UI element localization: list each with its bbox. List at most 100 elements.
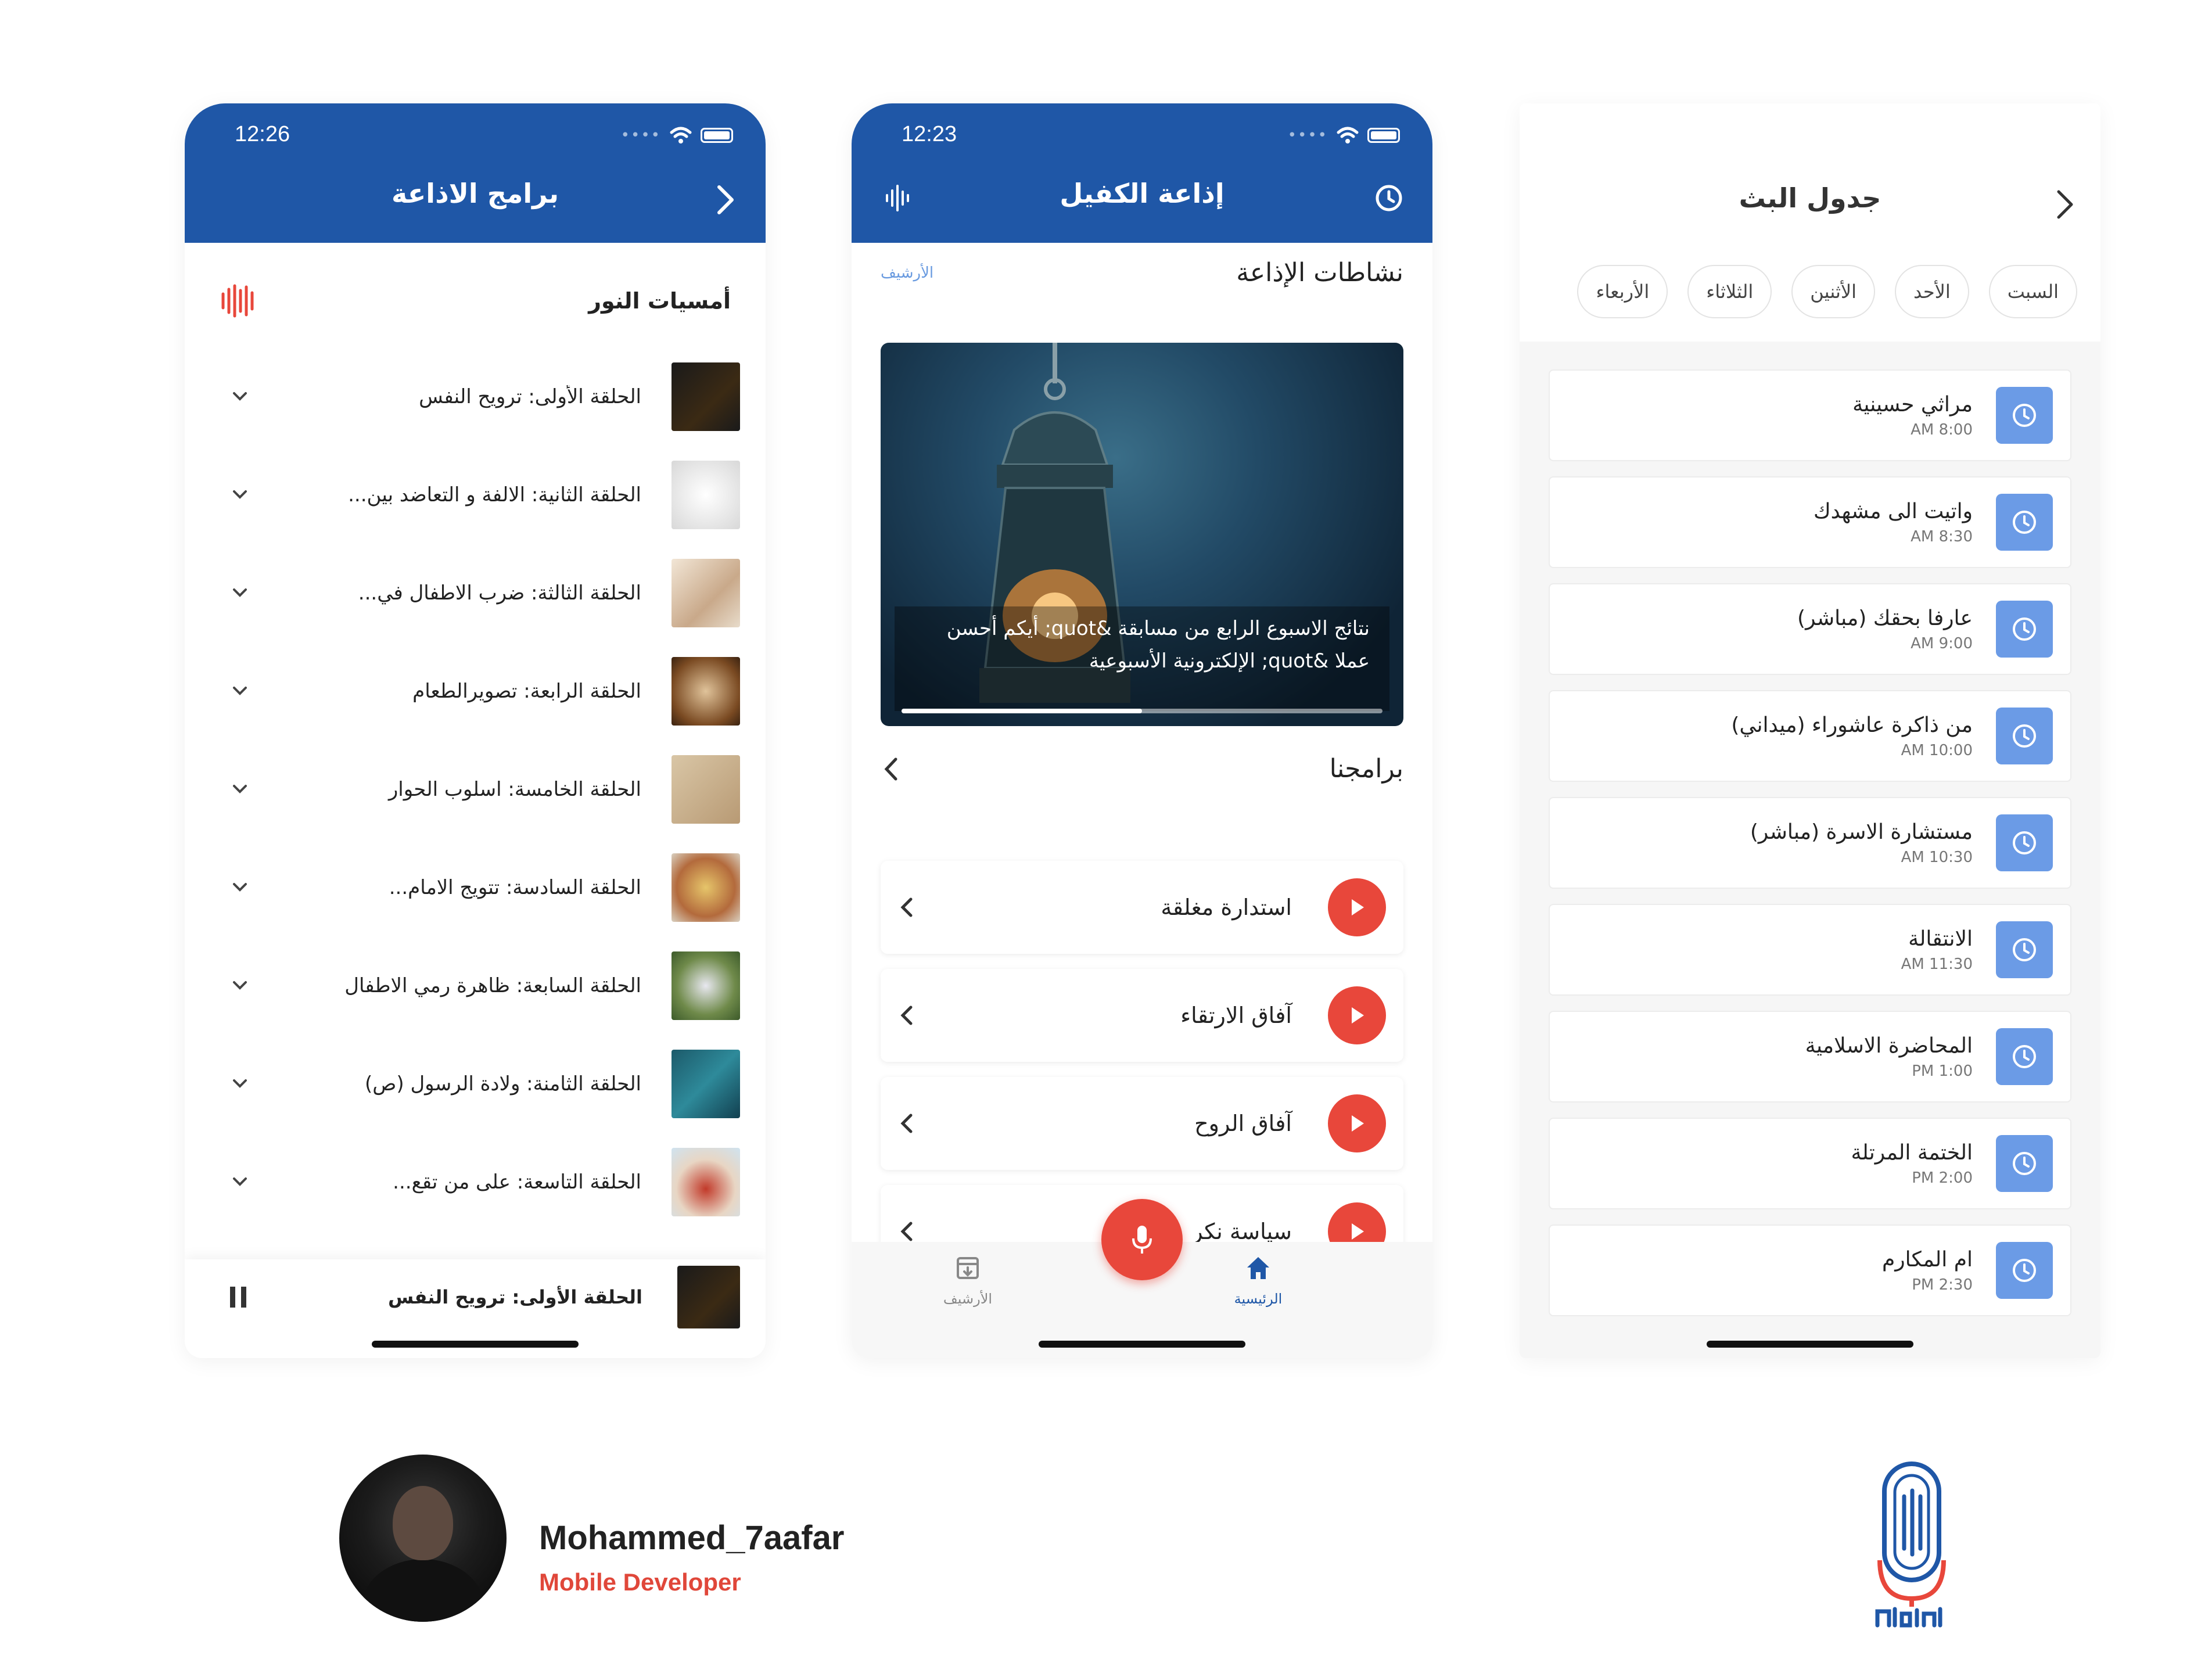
program-header: أمسيات النور [185,243,766,318]
tab-archive[interactable]: الأرشيف [910,1254,1026,1307]
archive-link[interactable]: الأرشيف [881,264,933,282]
chevron-down-icon[interactable] [220,979,260,993]
banner-caption: نتائج الاسبوع الرابع من مسابقة &quot; أي… [895,606,1389,711]
episode-thumbnail [672,1147,740,1216]
mic-button[interactable] [1101,1199,1183,1280]
day-chip[interactable]: الأثنين [1791,265,1876,318]
chevron-left-icon[interactable] [881,755,902,784]
clock-icon [1996,1135,2053,1192]
episode-title: الحلقة الرابعة: تصويرالطعام [412,679,641,703]
play-button[interactable] [1328,878,1386,936]
list-item[interactable]: الحلقة التاسعة: على من تقع... [220,1133,740,1231]
play-icon [1352,899,1364,915]
clock-icon [1996,708,2053,764]
chevron-left-icon[interactable] [898,1111,915,1136]
status-time: 12:26 [235,122,290,146]
chevron-left-icon[interactable] [898,895,915,920]
play-icon [1352,1007,1364,1024]
chevron-down-icon[interactable] [220,390,260,404]
list-item[interactable]: الحلقة الثالثة: ضرب الاطفال في... [220,544,740,642]
schedule-item[interactable]: مستشارة الاسرة (مباشر) AM 10:30 [1549,797,2071,889]
list-item[interactable]: الحلقة الثانية: الالفة و التعاضد بين... [220,446,740,544]
page-title: إذاعة الكفيل [1060,178,1224,209]
status-icons: •••• [621,127,733,144]
chevron-left-icon[interactable] [898,1003,915,1028]
program-name: آفاق الارتقاء [1180,1003,1292,1028]
schedule-item[interactable]: ام المكارم PM 2:30 [1549,1224,2071,1316]
play-button[interactable] [1328,1094,1386,1152]
page-title: برامج الاذاعة [391,178,559,209]
now-playing-thumbnail [677,1266,740,1328]
list-item[interactable]: الحلقة السابعة: ظاهرة رمي الاطفال [220,936,740,1035]
episode-title: الحلقة الثامنة: ولادة الرسول (ص) [365,1072,641,1096]
episode-thumbnail [672,1049,740,1118]
back-chevron-icon[interactable] [2054,188,2075,221]
activity-banner[interactable]: نتائج الاسبوع الرابع من مسابقة &quot; أي… [881,343,1403,726]
tab-archive-label: الأرشيف [943,1291,993,1307]
chevron-down-icon[interactable] [220,1077,260,1091]
list-item[interactable]: الحلقة السادسة: تتويج الامام... [220,838,740,936]
play-icon [1352,1223,1364,1240]
show-name: مراثي حسينية [1852,392,1973,416]
day-chip[interactable]: الأحد [1895,265,1969,318]
show-time: AM 10:30 [1901,848,1973,866]
show-name: واتيت الى مشهدك [1813,499,1973,523]
audio-wave-icon[interactable] [884,184,913,213]
chevron-down-icon[interactable] [220,1175,260,1189]
episode-title: الحلقة الثالثة: ضرب الاطفال في... [358,581,641,605]
day-chip[interactable]: الأربعاء [1577,265,1668,318]
day-chip[interactable]: الثلاثاء [1687,265,1772,318]
schedule-list: مراثي حسينية AM 8:00 واتيت الى مشهدك AM 8:… [1520,342,2100,1358]
show-time: PM 2:30 [1912,1276,1973,1294]
episode-title: الحلقة السابعة: ظاهرة رمي الاطفال [344,974,641,997]
show-time: PM 2:00 [1912,1169,1973,1187]
schedule-item[interactable]: المحاضرة الاسلامية PM 1:00 [1549,1011,2071,1103]
clock-icon [1996,1242,2053,1299]
schedule-item[interactable]: واتيت الى مشهدك AM 8:30 [1549,476,2071,568]
program-row[interactable]: استدارة مغلقة [881,861,1403,954]
chevron-down-icon[interactable] [220,586,260,600]
signal-icon: •••• [620,127,661,144]
programs-header: برامجنا [852,754,1432,784]
now-playing-title: الحلقة الأولى: ترويح النفس [387,1286,642,1308]
status-time: 12:23 [902,122,957,146]
chevron-down-icon[interactable] [220,881,260,895]
list-item[interactable]: الحلقة الرابعة: تصويرالطعام [220,642,740,740]
clock-icon[interactable] [1374,184,1403,213]
chevron-down-icon[interactable] [220,782,260,796]
chevron-down-icon[interactable] [220,488,260,502]
chevron-left-icon[interactable] [898,1219,915,1244]
episode-thumbnail [672,755,740,824]
signal-icon: •••• [1287,127,1328,144]
schedule-item[interactable]: مراثي حسينية AM 8:00 [1549,369,2071,461]
show-time: PM 1:00 [1912,1062,1973,1080]
schedule-item[interactable]: من ذاكرة عاشوراء (ميداني) AM 10:00 [1549,690,2071,782]
episode-thumbnail [672,656,740,726]
show-name: من ذاكرة عاشوراء (ميداني) [1731,713,1973,737]
app-bar: 12:26 •••• برامج الاذاعة [185,103,766,243]
pause-icon[interactable] [227,1284,250,1310]
schedule-header: جدول البث السبت الأحد الأثنين الثلاثاء ا… [1520,103,2100,342]
archive-icon [957,1257,979,1279]
show-name: ام المكارم [1881,1247,1973,1272]
back-chevron-icon[interactable] [713,184,737,216]
radio-logo-icon [1875,1462,1946,1628]
audio-wave-icon[interactable] [220,283,257,318]
home-screen: 12:23 •••• إذاعة الكفيل الأرشيف نشاطات ا… [852,103,1432,1358]
show-name: المحاضرة الاسلامية [1805,1033,1973,1058]
clock-icon [1996,494,2053,551]
episode-thumbnail [672,460,740,529]
program-row[interactable]: آفاق الروح [881,1077,1403,1170]
program-row[interactable]: آفاق الارتقاء [881,969,1403,1062]
schedule-item[interactable]: الانتقالة AM 11:30 [1549,904,2071,996]
list-item[interactable]: الحلقة الثامنة: ولادة الرسول (ص) [220,1035,740,1133]
chevron-down-icon[interactable] [220,684,260,698]
play-button[interactable] [1328,986,1386,1044]
schedule-item[interactable]: عارفا بحقك (مباشر) AM 9:00 [1549,583,2071,675]
tab-home[interactable]: الرئيسية [1200,1254,1316,1307]
list-item[interactable]: الحلقة الأولى: ترويح النفس [220,347,740,446]
day-chip[interactable]: السبت [1988,265,2077,318]
list-item[interactable]: الحلقة الخامسة: اسلوب الحوار [220,740,740,838]
clock-icon [1996,601,2053,658]
schedule-item[interactable]: الختمة المرتلة PM 2:00 [1549,1118,2071,1209]
